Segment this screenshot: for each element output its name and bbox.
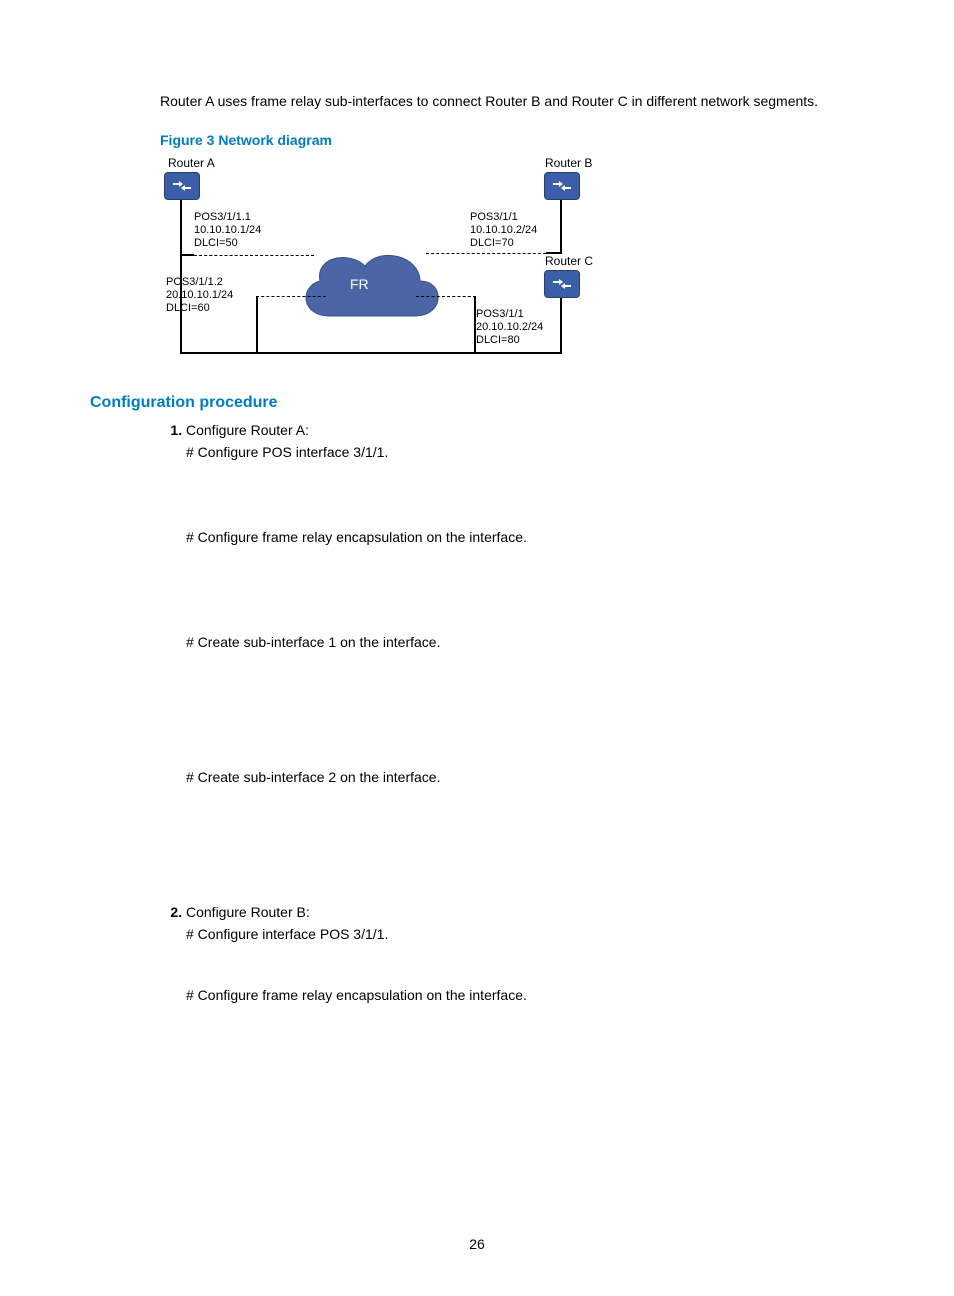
step-2: Configure Router B: # Configure interfac… (186, 904, 864, 1006)
step-1: Configure Router A: # Configure POS inte… (186, 422, 864, 898)
intro-text: Router A uses frame relay sub-interfaces… (160, 92, 864, 112)
step-2-title: Configure Router B: (186, 904, 310, 920)
line-dashed (256, 296, 326, 297)
router-a-label: Router A (168, 156, 215, 170)
router-b-icon (544, 172, 580, 200)
page-number: 26 (0, 1236, 954, 1252)
line-dashed (426, 253, 546, 254)
router-c-details: POS3/1/1 20.10.10.2/24 DLCI=80 (476, 308, 543, 347)
router-a-icon (164, 172, 200, 200)
line (256, 296, 258, 354)
step-1-sub-2: # Configure frame relay encapsulation on… (186, 527, 864, 548)
network-diagram: Router A Router B Router C FR POS3/1/1.1… (160, 156, 610, 376)
fr-label: FR (350, 276, 369, 292)
document-page: Router A uses frame relay sub-interfaces… (0, 0, 954, 1296)
step-1-sub-4: # Create sub-interface 2 on the interfac… (186, 767, 864, 788)
step-2-sub-1: # Configure interface POS 3/1/1. (186, 924, 864, 945)
router-c-label: Router C (545, 254, 593, 268)
router-a-sub2-details: POS3/1/1.2 20.10.10.1/24 DLCI=60 (166, 276, 233, 315)
line (546, 252, 562, 254)
step-1-sub-3: # Create sub-interface 1 on the interfac… (186, 632, 864, 653)
router-a-sub1-details: POS3/1/1.1 10.10.10.1/24 DLCI=50 (194, 211, 261, 250)
line (180, 200, 182, 354)
router-b-details: POS3/1/1 10.10.10.2/24 DLCI=70 (470, 211, 537, 250)
figure-caption: Figure 3 Network diagram (160, 132, 864, 148)
line (180, 254, 194, 256)
line (560, 298, 562, 354)
step-1-sub-1: # Configure POS interface 3/1/1. (186, 442, 864, 463)
line-dashed (194, 255, 314, 256)
line (560, 200, 562, 252)
fr-cloud-icon (290, 236, 450, 336)
step-2-sub-2: # Configure frame relay encapsulation on… (186, 985, 864, 1006)
steps-list: Configure Router A: # Configure POS inte… (158, 422, 864, 1006)
line (180, 352, 562, 354)
router-c-icon (544, 270, 580, 298)
router-b-label: Router B (545, 156, 592, 170)
section-heading: Configuration procedure (90, 394, 864, 412)
step-1-title: Configure Router A: (186, 422, 309, 438)
line-dashed (416, 296, 476, 297)
line (474, 296, 476, 354)
